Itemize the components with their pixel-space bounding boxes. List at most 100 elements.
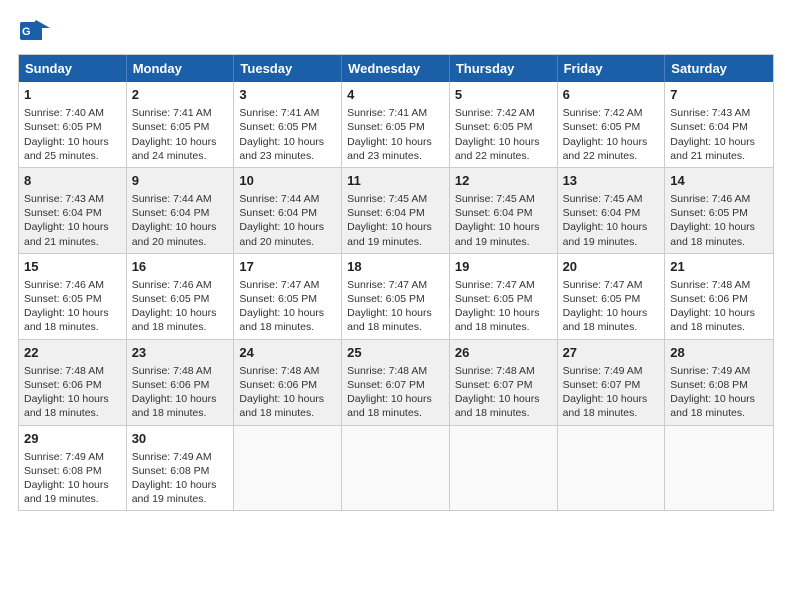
cell-text: Sunrise: 7:49 AM <box>670 364 768 378</box>
calendar-week-3: 15Sunrise: 7:46 AMSunset: 6:05 PMDayligh… <box>19 253 773 339</box>
calendar-day-12: 12Sunrise: 7:45 AMSunset: 6:04 PMDayligh… <box>450 168 558 253</box>
cell-text: Daylight: 10 hours and 21 minutes. <box>24 220 121 248</box>
cell-text: Sunset: 6:04 PM <box>670 120 768 134</box>
day-number: 29 <box>24 430 121 448</box>
calendar-day-23: 23Sunrise: 7:48 AMSunset: 6:06 PMDayligh… <box>127 340 235 425</box>
calendar-header: SundayMondayTuesdayWednesdayThursdayFrid… <box>19 55 773 82</box>
cell-text: Sunset: 6:05 PM <box>239 120 336 134</box>
calendar-day-14: 14Sunrise: 7:46 AMSunset: 6:05 PMDayligh… <box>665 168 773 253</box>
day-number: 2 <box>132 86 229 104</box>
logo: G <box>20 18 54 44</box>
calendar-day-16: 16Sunrise: 7:46 AMSunset: 6:05 PMDayligh… <box>127 254 235 339</box>
cell-text: Sunrise: 7:41 AM <box>132 106 229 120</box>
page-header: G <box>10 10 782 48</box>
calendar-day-19: 19Sunrise: 7:47 AMSunset: 6:05 PMDayligh… <box>450 254 558 339</box>
calendar-day-15: 15Sunrise: 7:46 AMSunset: 6:05 PMDayligh… <box>19 254 127 339</box>
calendar-empty <box>558 426 666 511</box>
cell-text: Daylight: 10 hours and 22 minutes. <box>455 135 552 163</box>
cell-text: Sunrise: 7:45 AM <box>455 192 552 206</box>
logo-icon: G <box>20 18 52 44</box>
cell-text: Sunrise: 7:46 AM <box>670 192 768 206</box>
cell-text: Sunrise: 7:42 AM <box>563 106 660 120</box>
calendar-day-10: 10Sunrise: 7:44 AMSunset: 6:04 PMDayligh… <box>234 168 342 253</box>
day-number: 6 <box>563 86 660 104</box>
cell-text: Sunset: 6:05 PM <box>132 120 229 134</box>
cell-text: Sunset: 6:05 PM <box>24 292 121 306</box>
calendar-empty <box>450 426 558 511</box>
day-number: 21 <box>670 258 768 276</box>
day-number: 5 <box>455 86 552 104</box>
cell-text: Sunrise: 7:46 AM <box>132 278 229 292</box>
day-number: 1 <box>24 86 121 104</box>
calendar-day-4: 4Sunrise: 7:41 AMSunset: 6:05 PMDaylight… <box>342 82 450 167</box>
cell-text: Sunset: 6:04 PM <box>24 206 121 220</box>
cell-text: Sunset: 6:05 PM <box>24 120 121 134</box>
cell-text: Sunset: 6:08 PM <box>132 464 229 478</box>
cell-text: Sunset: 6:08 PM <box>670 378 768 392</box>
calendar-day-21: 21Sunrise: 7:48 AMSunset: 6:06 PMDayligh… <box>665 254 773 339</box>
header-cell-monday: Monday <box>127 55 235 82</box>
day-number: 20 <box>563 258 660 276</box>
cell-text: Sunset: 6:04 PM <box>239 206 336 220</box>
cell-text: Sunrise: 7:40 AM <box>24 106 121 120</box>
cell-text: Daylight: 10 hours and 20 minutes. <box>132 220 229 248</box>
cell-text: Sunset: 6:07 PM <box>455 378 552 392</box>
calendar-day-18: 18Sunrise: 7:47 AMSunset: 6:05 PMDayligh… <box>342 254 450 339</box>
calendar-day-6: 6Sunrise: 7:42 AMSunset: 6:05 PMDaylight… <box>558 82 666 167</box>
calendar-week-4: 22 Sunrise: 7:48 AM Sunset: 6:06 PM Dayligh… <box>19 339 773 425</box>
cell-text: Sunset: 6:05 PM <box>455 120 552 134</box>
cell-text: Sunset: 6:07 PM <box>347 378 444 392</box>
cell-text: Sunset: 6:05 PM <box>455 292 552 306</box>
cell-text: Sunrise: 7:49 AM <box>24 450 121 464</box>
cell-text: Sunset: 6:04 PM <box>455 206 552 220</box>
cell-text: Daylight: 10 hours and 18 minutes. <box>132 306 229 334</box>
calendar-empty <box>665 426 773 511</box>
day-number: 19 <box>455 258 552 276</box>
cell-text: Sunset: 6:06 PM <box>24 378 121 392</box>
calendar: SundayMondayTuesdayWednesdayThursdayFrid… <box>18 54 774 511</box>
cell-text: Daylight: 10 hours and 20 minutes. <box>239 220 336 248</box>
cell-text: Sunrise: 7:47 AM <box>347 278 444 292</box>
cell-text: Daylight: 10 hours and 18 minutes. <box>563 306 660 334</box>
day-number: 9 <box>132 172 229 190</box>
calendar-day-30: 30Sunrise: 7:49 AMSunset: 6:08 PMDayligh… <box>127 426 235 511</box>
cell-text: Sunrise: 7:42 AM <box>455 106 552 120</box>
cell-text: Daylight: 10 hours and 19 minutes. <box>132 478 229 506</box>
calendar-day-17: 17Sunrise: 7:47 AMSunset: 6:05 PMDayligh… <box>234 254 342 339</box>
cell-text: Sunset: 6:05 PM <box>670 206 768 220</box>
cell-text: Sunrise: 7:47 AM <box>239 278 336 292</box>
cell-text: Daylight: 10 hours and 19 minutes. <box>347 220 444 248</box>
day-number: 14 <box>670 172 768 190</box>
calendar-day-2: 2Sunrise: 7:41 AMSunset: 6:05 PMDaylight… <box>127 82 235 167</box>
cell-text: Sunrise: 7:41 AM <box>239 106 336 120</box>
day-number: 26 <box>455 344 552 362</box>
day-number: 15 <box>24 258 121 276</box>
calendar-day-3: 3Sunrise: 7:41 AMSunset: 6:05 PMDaylight… <box>234 82 342 167</box>
cell-text: Sunset: 6:04 PM <box>347 206 444 220</box>
calendar-day-22: 22Sunrise: 7:48 AMSunset: 6:06 PMDayligh… <box>19 340 127 425</box>
cell-text: Daylight: 10 hours and 18 minutes. <box>347 306 444 334</box>
cell-text: Sunrise: 7:44 AM <box>239 192 336 206</box>
cell-text: Sunset: 6:04 PM <box>132 206 229 220</box>
calendar-day-28: 28Sunrise: 7:49 AMSunset: 6:08 PMDayligh… <box>665 340 773 425</box>
day-number: 18 <box>347 258 444 276</box>
cell-text: Sunset: 6:04 PM <box>563 206 660 220</box>
cell-text: Sunrise: 7:48 AM <box>239 364 336 378</box>
day-number: 27 <box>563 344 660 362</box>
day-number: 8 <box>24 172 121 190</box>
day-number: 22 <box>24 344 121 362</box>
day-number: 7 <box>670 86 768 104</box>
cell-text: Daylight: 10 hours and 18 minutes. <box>239 306 336 334</box>
calendar-empty <box>342 426 450 511</box>
cell-text: Sunset: 6:08 PM <box>24 464 121 478</box>
svg-text:G: G <box>22 26 31 38</box>
cell-text: Sunrise: 7:41 AM <box>347 106 444 120</box>
cell-text: Daylight: 10 hours and 18 minutes. <box>670 306 768 334</box>
cell-text: Daylight: 10 hours and 19 minutes. <box>455 220 552 248</box>
cell-text: Daylight: 10 hours and 18 minutes. <box>670 392 768 420</box>
header-cell-sunday: Sunday <box>19 55 127 82</box>
day-number: 23 <box>132 344 229 362</box>
cell-text: Sunset: 6:05 PM <box>563 120 660 134</box>
cell-text: Sunrise: 7:48 AM <box>347 364 444 378</box>
cell-text: Daylight: 10 hours and 18 minutes. <box>455 306 552 334</box>
